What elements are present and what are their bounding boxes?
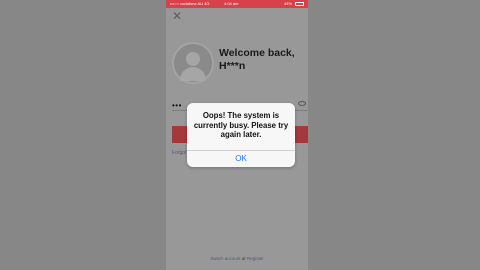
error-dialog: Oops! The system is currently busy. Plea… [187,103,295,167]
battery-icon [295,2,304,6]
close-icon[interactable]: ✕ [172,10,182,22]
battery-percent: 44% [283,1,292,6]
dialog-message: Oops! The system is currently busy. Plea… [193,111,289,140]
avatar-shoulders [180,67,206,81]
password-field[interactable]: ••• [172,101,182,110]
welcome-title: Welcome back, H***n [219,47,295,73]
carrier-text: •••○○ vodafone AU 4G [170,1,210,6]
avatar-head [186,52,200,66]
ok-button[interactable]: OK [187,151,295,167]
clock-text: 4:04 am [224,1,239,6]
welcome-line-1: Welcome back, [219,47,295,59]
avatar [172,42,214,84]
footer-or-text: or [241,256,246,261]
status-bar: •••○○ vodafone AU 4G 4:04 am 44% [166,0,308,8]
welcome-line-2: H***n [219,60,246,72]
switch-account-link[interactable]: Switch account [210,256,240,261]
footer-links: Switch account or Register [166,256,308,261]
eye-icon[interactable] [298,101,306,106]
register-link[interactable]: Register [247,256,264,261]
forgot-password-link[interactable]: Forgot [172,150,186,156]
